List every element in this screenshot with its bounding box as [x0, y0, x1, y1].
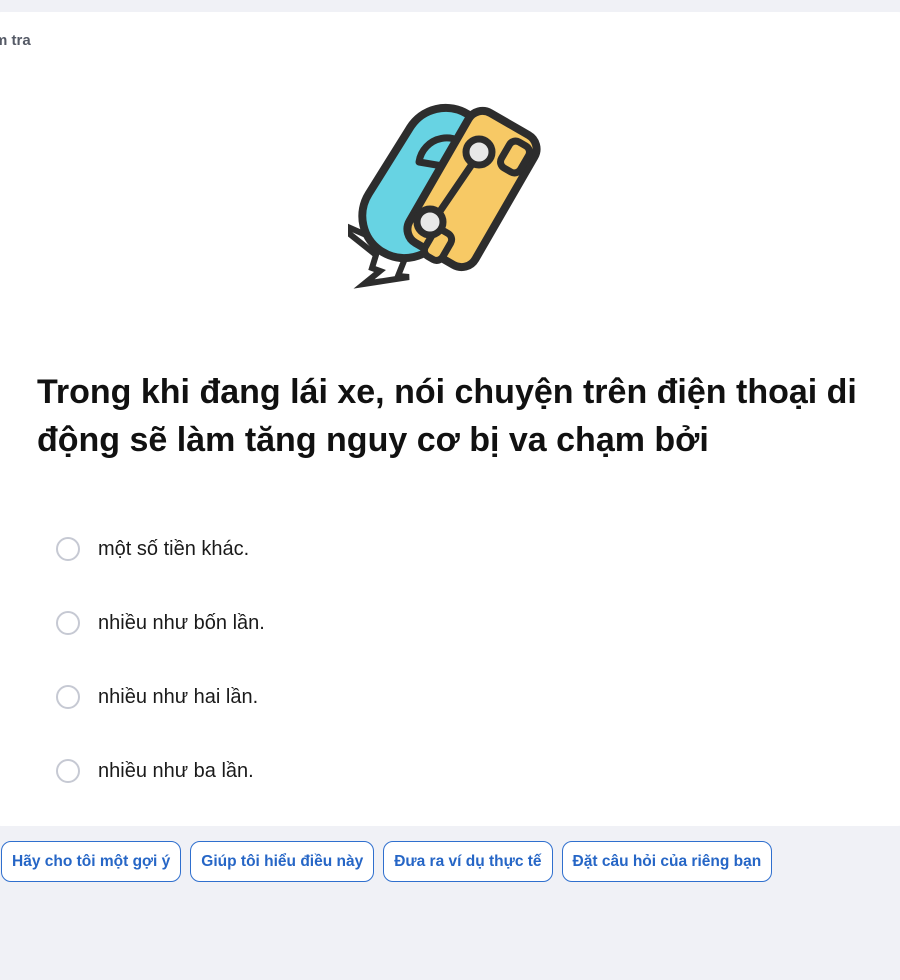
radio-button[interactable]: [56, 611, 80, 635]
car-crash-icon: [330, 92, 558, 292]
answer-option-label: nhiều như ba lần.: [98, 759, 254, 782]
example-button[interactable]: Đưa ra ví dụ thực tế: [383, 841, 553, 882]
radio-button[interactable]: [56, 685, 80, 709]
answer-options: một số tiền khác. nhiều như bốn lần. nhi…: [56, 512, 756, 808]
radio-button[interactable]: [56, 537, 80, 561]
answer-option-4[interactable]: nhiều như ba lần.: [56, 734, 756, 808]
answer-option-label: nhiều như hai lần.: [98, 685, 259, 708]
radio-button[interactable]: [56, 759, 80, 783]
answer-option-2[interactable]: nhiều như bốn lần.: [56, 586, 756, 660]
question-text: Trong khi đang lái xe, nói chuyện trên đ…: [37, 373, 857, 459]
answer-option-3[interactable]: nhiều như hai lần.: [56, 660, 756, 734]
question-card: m tra Trong khi đang lái xe, nói chuyện …: [0, 12, 900, 826]
explain-button[interactable]: Giúp tôi hiểu điều này: [190, 841, 375, 882]
help-chips: Hãy cho tôi một gợi ý Giúp tôi hiểu điều…: [1, 841, 773, 882]
ask-question-button[interactable]: Đặt câu hỏi của riêng bạn: [561, 841, 773, 882]
answer-option-label: nhiều như bốn lần.: [98, 611, 265, 634]
card-label: m tra: [0, 32, 31, 49]
answer-option-label: một số tiền khác.: [98, 537, 250, 560]
answer-option-1[interactable]: một số tiền khác.: [56, 512, 756, 586]
hint-button[interactable]: Hãy cho tôi một gợi ý: [1, 841, 182, 882]
